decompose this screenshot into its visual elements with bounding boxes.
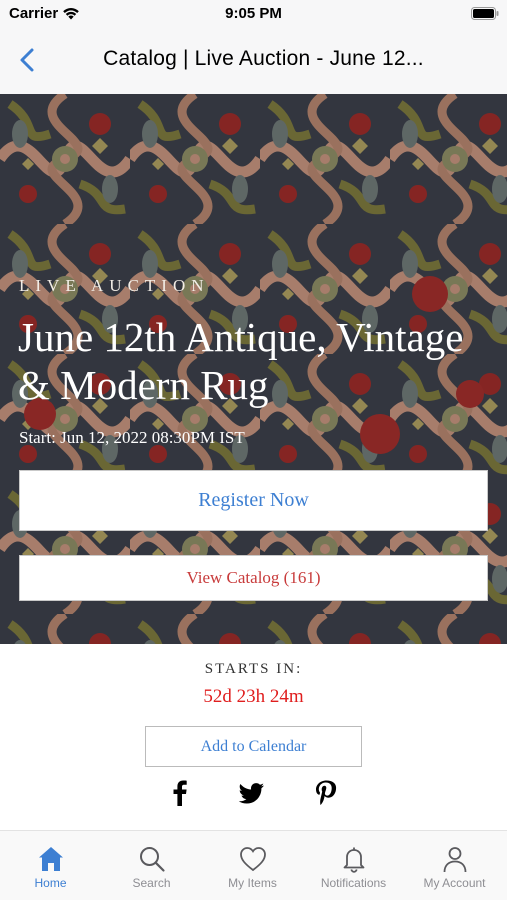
search-icon xyxy=(139,847,165,872)
tab-label-home: Home xyxy=(34,876,67,890)
add-to-calendar-button[interactable]: Add to Calendar xyxy=(145,726,362,767)
navigation-bar: Catalog | Live Auction - June 12... xyxy=(0,30,507,94)
tab-my-account[interactable]: My Account xyxy=(404,831,505,900)
person-icon xyxy=(443,847,466,873)
tab-label-search: Search xyxy=(132,876,171,890)
page-title: Catalog | Live Auction - June 12... xyxy=(103,47,424,70)
bell-icon xyxy=(343,847,364,873)
tab-label-my-account: My Account xyxy=(423,876,486,890)
auction-hero: LIVE AUCTION June 12th Antique, Vintage … xyxy=(0,94,507,644)
tab-my-items[interactable]: My Items xyxy=(202,831,303,900)
auction-title: June 12th Antique, Vintage & Modern Rug xyxy=(18,314,464,408)
tab-search[interactable]: Search xyxy=(101,831,202,900)
status-time: 9:05 PM xyxy=(225,5,282,22)
home-icon xyxy=(38,847,63,871)
twitter-icon[interactable] xyxy=(236,778,266,808)
tab-home[interactable]: Home xyxy=(0,831,101,900)
tab-bar: Home Search My Items Notifications My Ac… xyxy=(0,830,507,900)
countdown-timer: 52d 23h 24m xyxy=(203,686,304,707)
auction-type-label: LIVE AUCTION xyxy=(19,276,210,295)
view-catalog-button[interactable]: View Catalog (161) xyxy=(19,555,488,601)
tab-label-notifications: Notifications xyxy=(320,876,387,890)
auction-start-time: Start: Jun 12, 2022 08:30PM IST xyxy=(19,428,245,447)
back-chevron-icon[interactable] xyxy=(16,46,40,74)
starts-in-label: STARTS IN: xyxy=(204,661,303,677)
register-now-button[interactable]: Register Now xyxy=(19,470,488,531)
battery-icon xyxy=(471,7,499,20)
pinterest-icon[interactable] xyxy=(311,778,341,808)
status-bar: Carrier 9:05 PM xyxy=(0,0,507,30)
facebook-icon[interactable] xyxy=(165,778,195,808)
heart-icon xyxy=(239,847,266,872)
tab-notifications[interactable]: Notifications xyxy=(303,831,404,900)
tab-label-my-items: My Items xyxy=(228,876,277,890)
